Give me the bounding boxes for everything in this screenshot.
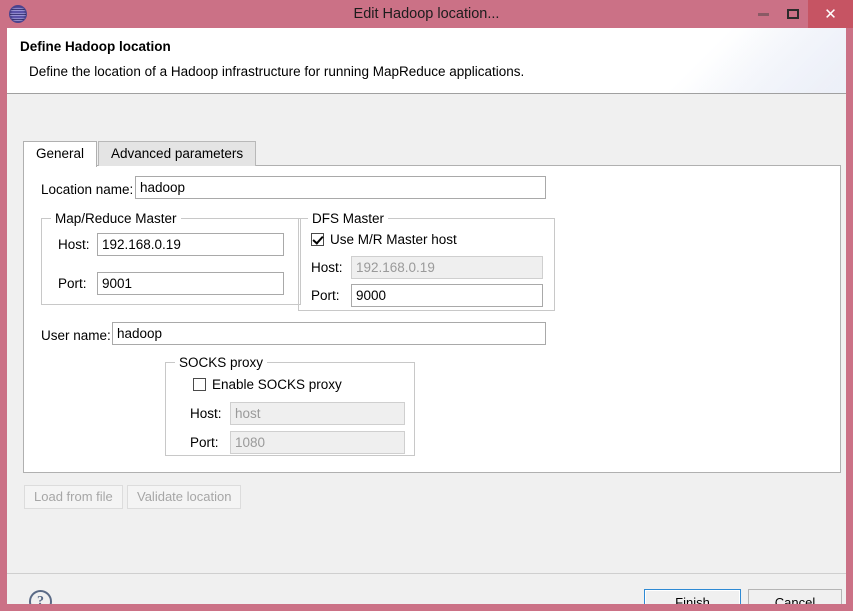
dialog-header: Define Hadoop location Define the locati… — [7, 28, 846, 94]
validate-location-button[interactable]: Validate location — [127, 485, 242, 509]
use-mr-master-host-checkbox-row[interactable]: Use M/R Master host — [311, 232, 457, 247]
socks-port-label: Port: — [190, 435, 219, 450]
tab-general[interactable]: General — [23, 141, 98, 167]
tab-strip: General Advanced parameters — [23, 141, 257, 167]
title-bar[interactable]: Edit Hadoop location... ✕ — [0, 0, 853, 28]
dfs-host-label: Host: — [311, 260, 343, 275]
mr-port-input[interactable] — [97, 272, 284, 295]
enable-socks-proxy-label: Enable SOCKS proxy — [212, 377, 342, 392]
use-mr-master-host-label: Use M/R Master host — [330, 232, 457, 247]
cancel-button[interactable]: Cancel — [748, 589, 842, 604]
page-subtitle: Define the location of a Hadoop infrastr… — [29, 64, 525, 79]
user-name-label: User name: — [41, 328, 111, 343]
help-icon[interactable]: ? — [29, 590, 52, 604]
dfs-master-group-label: DFS Master — [308, 211, 389, 226]
tab-advanced-parameters[interactable]: Advanced parameters — [98, 141, 257, 166]
socks-port-input — [230, 431, 405, 454]
finish-button[interactable]: Finish — [644, 589, 741, 604]
user-name-input[interactable] — [112, 322, 546, 345]
map-reduce-master-group: Map/Reduce Master Host: Port: — [41, 211, 301, 305]
enable-socks-proxy-checkbox[interactable] — [193, 378, 206, 391]
close-button[interactable]: ✕ — [808, 0, 853, 28]
mr-port-label: Port: — [58, 276, 87, 291]
footer-separator — [7, 573, 846, 574]
dfs-host-input — [351, 256, 543, 279]
socks-proxy-group-label: SOCKS proxy — [175, 355, 268, 370]
dfs-master-group: DFS Master Use M/R Master host Host: Por… — [298, 211, 555, 311]
socks-host-label: Host: — [190, 406, 222, 421]
window-controls: ✕ — [748, 0, 853, 28]
dfs-port-input[interactable] — [351, 284, 543, 307]
dialog-window: Edit Hadoop location... ✕ Define Hadoop … — [0, 0, 853, 611]
mr-host-label: Host: — [58, 237, 90, 252]
location-name-input[interactable] — [135, 176, 546, 199]
socks-proxy-group: SOCKS proxy Enable SOCKS proxy Host: Por… — [165, 355, 415, 456]
minimize-icon — [757, 12, 769, 16]
mr-host-input[interactable] — [97, 233, 284, 256]
maximize-button[interactable] — [778, 0, 808, 28]
minimize-button[interactable] — [748, 0, 778, 28]
load-from-file-button[interactable]: Load from file — [24, 485, 123, 509]
window-title: Edit Hadoop location... — [353, 6, 500, 22]
tab-folder: General Advanced parameters — [23, 141, 257, 167]
enable-socks-proxy-checkbox-row[interactable]: Enable SOCKS proxy — [193, 377, 342, 392]
header-decoration-secondary — [666, 28, 846, 93]
eclipse-sphere-icon — [9, 5, 27, 23]
location-name-label: Location name: — [41, 182, 134, 197]
dialog-body: Define Hadoop location Define the locati… — [7, 28, 846, 604]
use-mr-master-host-checkbox[interactable] — [311, 233, 324, 246]
close-icon: ✕ — [824, 5, 837, 23]
dfs-port-label: Port: — [311, 288, 340, 303]
map-reduce-master-group-label: Map/Reduce Master — [51, 211, 181, 226]
maximize-icon — [787, 9, 799, 19]
page-title: Define Hadoop location — [20, 39, 171, 54]
socks-host-input — [230, 402, 405, 425]
tab-panel-general: Location name: Map/Reduce Master Host: P… — [23, 165, 841, 473]
